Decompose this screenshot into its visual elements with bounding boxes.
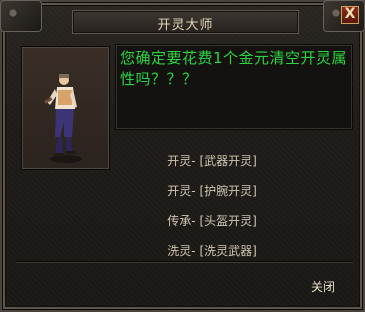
dialog-message: 您确定要花费1个金元清空开灵属性吗？？？: [120, 49, 348, 88]
message-box: 您确定要花费1个金元清空开灵属性吗？？？: [115, 44, 353, 130]
ornament-corner-left: [0, 0, 42, 32]
npc-figure: [44, 74, 82, 163]
option-action: [护腕开灵]: [199, 184, 257, 198]
close-button[interactable]: 关闭: [311, 278, 335, 295]
option-action: [头盔开灵]: [199, 214, 257, 228]
npc-portrait: [21, 46, 110, 170]
option-category: 传承: [167, 214, 192, 228]
option-wash-weapon[interactable]: 洗灵- [洗灵武器]: [152, 228, 257, 273]
option-category: 洗灵: [167, 244, 192, 258]
option-category: 开灵: [167, 184, 192, 198]
close-icon[interactable]: X: [341, 6, 359, 24]
option-action: [武器开灵]: [199, 154, 257, 168]
window-title: 开灵大师: [157, 18, 214, 33]
option-action: [洗灵武器]: [199, 244, 257, 258]
option-category: 开灵: [167, 154, 192, 168]
npc-dialog-window: 开灵大师 X 您确定要花费1个金元清空开灵属性吗？？？ 开灵- [武器开灵] 开…: [0, 0, 365, 312]
footer-divider: [16, 261, 353, 262]
title-bar[interactable]: 开灵大师: [72, 10, 299, 34]
